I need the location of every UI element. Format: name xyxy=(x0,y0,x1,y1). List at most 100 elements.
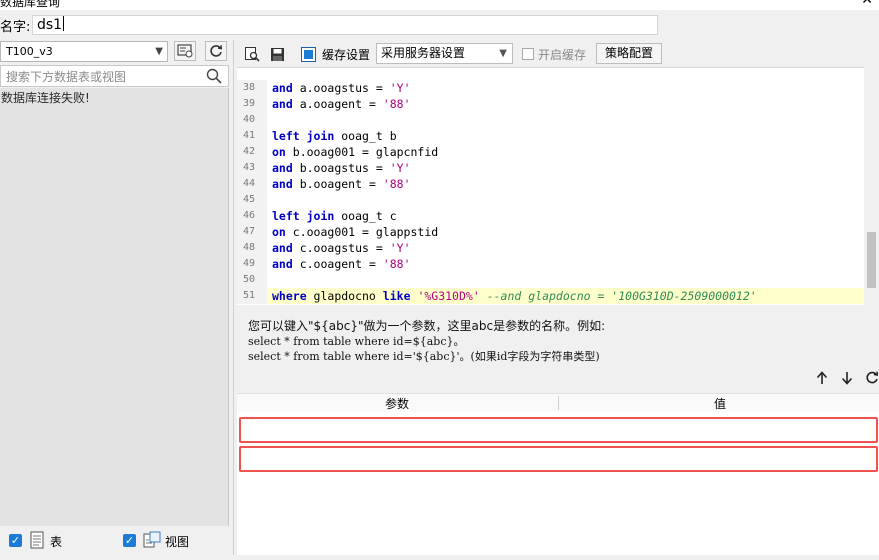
params-table-header: 参数 值 xyxy=(237,393,879,413)
sql-string: 'Y' xyxy=(389,241,411,255)
editor-line[interactable]: 42 on b.ooag001 = glapcnfid xyxy=(237,144,864,160)
line-number: 39 xyxy=(237,96,267,112)
sql-text: c.ooagent = xyxy=(292,257,383,271)
sql-comment: --and glapdocno = '100G310D-2509000012' xyxy=(486,289,757,303)
editor-line[interactable]: 44 and b.ooagent = '88' xyxy=(237,176,864,192)
editor-line[interactable]: 45 xyxy=(237,192,864,208)
editor-line[interactable]: 48 and c.ooagstus = 'Y' xyxy=(237,240,864,256)
editor-line[interactable]: 51 where glapdocno like '%G310D%' --and g… xyxy=(237,288,864,304)
param-hint-example-1: select * from table where id=${abc}。 xyxy=(248,335,465,348)
sql-text: ooag_t b xyxy=(334,129,397,143)
refresh-button[interactable] xyxy=(205,41,227,61)
code-text: and c.ooagent = '88' xyxy=(272,256,411,272)
panel-divider[interactable] xyxy=(233,40,234,555)
editor-line[interactable]: 49 and c.ooagent = '88' xyxy=(237,256,864,272)
sql-text: c.ooag001 = glappstid xyxy=(285,225,439,239)
checkbox-checked-icon: ✓ xyxy=(10,534,21,547)
datasource-value: T100_v3 xyxy=(6,45,53,58)
sql-text: glapdocno xyxy=(306,289,383,303)
table-icon xyxy=(30,531,44,549)
window-title: 数据库查询 xyxy=(0,0,61,9)
name-value: ds1 xyxy=(37,17,63,33)
sql-keyword: and xyxy=(272,241,293,255)
refresh-icon xyxy=(210,45,223,57)
sql-string: 'Y' xyxy=(389,81,411,95)
line-number: 40 xyxy=(237,112,267,128)
table-checkbox[interactable]: ✓ xyxy=(9,534,22,547)
code-text: and b.ooagent = '88' xyxy=(272,176,411,192)
code-text: and a.ooagstus = 'Y' xyxy=(272,80,411,96)
sql-text: ooag_t c xyxy=(334,209,397,223)
sql-string: 'Y' xyxy=(389,161,411,175)
code-text: and a.ooagent = '88' xyxy=(272,96,411,112)
name-input[interactable]: ds1 xyxy=(32,15,658,35)
editor-line[interactable]: 40 xyxy=(237,112,864,128)
param-hint-text: 您可以键入"${abc}"做为一个参数，这里abc是参数的名称。例如: xyxy=(248,319,606,333)
line-number: 48 xyxy=(237,240,267,256)
chevron-down-icon: ▼ xyxy=(499,48,507,59)
sql-string: '88' xyxy=(382,97,411,111)
sql-text: b.ooagent = xyxy=(292,177,383,191)
cache-settings-label: 缓存设置 xyxy=(322,48,371,62)
view-checkbox[interactable]: ✓ xyxy=(123,534,136,547)
editor-line[interactable]: 43 and b.ooagstus = 'Y' xyxy=(237,160,864,176)
arrow-up-icon[interactable] xyxy=(816,371,828,385)
save-icon xyxy=(270,47,284,61)
connection-error-message: 数据库连接失败! xyxy=(1,91,90,105)
column-separator[interactable] xyxy=(558,396,559,410)
sql-keyword: and xyxy=(272,81,293,95)
name-label: 名字: xyxy=(0,20,31,35)
db-settings-button[interactable] xyxy=(174,41,196,61)
editor-line[interactable]: 39 and a.ooagent = '88' xyxy=(237,96,864,112)
editor-scrollbar-thumb[interactable] xyxy=(867,232,876,288)
view-label: 视图 xyxy=(165,535,190,549)
sql-string: '88' xyxy=(382,257,411,271)
sql-keyword: on xyxy=(272,145,286,159)
db-settings-icon xyxy=(177,44,193,58)
table-search[interactable] xyxy=(0,65,229,87)
code-text: left join ooag_t c xyxy=(272,208,397,224)
line-number: 42 xyxy=(237,144,267,160)
table-label: 表 xyxy=(50,535,63,549)
line-number: 47 xyxy=(237,224,267,240)
sql-keyword: and xyxy=(272,177,293,191)
save-button[interactable] xyxy=(268,45,286,63)
sql-keyword: where xyxy=(272,289,307,303)
sql-string: '%G310D%' xyxy=(417,289,480,303)
enable-cache-label: 开启缓存 xyxy=(538,48,587,62)
table-tree[interactable]: 数据库连接失败! xyxy=(0,88,229,526)
sql-keyword: left join xyxy=(272,129,335,143)
cache-strategy-value: 采用服务器设置 xyxy=(381,46,466,60)
enable-cache-checkbox[interactable] xyxy=(522,48,534,60)
line-number: 41 xyxy=(237,128,267,144)
sql-editor[interactable]: 38 and a.ooagstus = 'Y' 39 and a.ooagent = … xyxy=(237,67,864,305)
editor-line[interactable]: 47 on c.ooag001 = glappstid xyxy=(237,224,864,240)
param-row[interactable] xyxy=(239,446,878,472)
preview-button[interactable] xyxy=(243,45,261,63)
editor-line[interactable]: 38 and a.ooagstus = 'Y' xyxy=(237,80,864,96)
editor-line[interactable]: 50 xyxy=(237,272,864,288)
code-text: where glapdocno like '%G310D%' --and gla… xyxy=(272,288,757,304)
param-column-header: 参数 xyxy=(385,397,410,411)
value-column-header: 值 xyxy=(714,397,727,411)
refresh-params-icon[interactable] xyxy=(865,370,879,385)
strategy-config-button[interactable]: 策略配置 xyxy=(596,43,662,64)
sql-keyword: and xyxy=(272,257,293,271)
params-table-body[interactable] xyxy=(237,412,879,555)
editor-line[interactable]: 41 left join ooag_t b xyxy=(237,128,864,144)
code-text: on c.ooag001 = glappstid xyxy=(272,224,438,240)
close-icon[interactable]: ✕ xyxy=(861,0,873,8)
arrow-down-icon[interactable] xyxy=(841,371,853,385)
table-search-input[interactable] xyxy=(4,67,203,87)
line-number-gutter xyxy=(237,67,267,68)
code-text: and c.ooagstus = 'Y' xyxy=(272,240,411,256)
datasource-select[interactable]: T100_v3 ▼ xyxy=(0,41,168,62)
search-icon[interactable] xyxy=(206,68,222,84)
line-number: 38 xyxy=(237,80,267,96)
sql-text: c.ooagstus = xyxy=(292,241,390,255)
editor-line[interactable]: 46 left join ooag_t c xyxy=(237,208,864,224)
cache-strategy-select[interactable]: 采用服务器设置 ▼ xyxy=(376,43,513,64)
param-hint-example-2: select * from table where id='${abc}'。(如… xyxy=(248,350,600,363)
param-row[interactable] xyxy=(239,417,878,443)
